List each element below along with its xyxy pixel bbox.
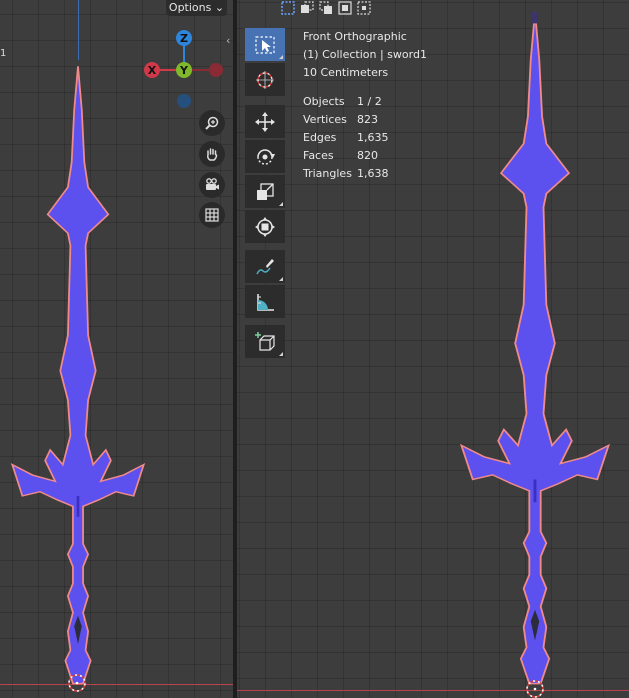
select-subtract-icon[interactable] [318,0,334,16]
grid-view-button[interactable] [199,202,225,228]
options-label: Options [168,1,212,14]
stat-label: Faces [303,149,334,162]
z-axis-line [78,0,79,60]
collapse-sidebar-icon[interactable]: ‹ [226,34,230,47]
scale-tool[interactable] [245,175,285,208]
stat-row: Objects 1 / 2 [303,93,427,111]
cursor-tool[interactable] [245,63,285,96]
scale-icon [257,182,274,200]
grid-icon [205,208,219,222]
3d-cursor-icon[interactable] [524,678,546,698]
stat-row: Vertices 823 [303,111,427,129]
transform-icon [255,216,275,237]
view-name: Front Orthographic [303,30,407,43]
grid-scale: 10 Centimeters [303,66,389,79]
pan-button[interactable] [199,141,225,167]
options-dropdown[interactable]: Options ⌄ [166,0,227,16]
viewport-info-overlay: Front Orthographic (1) Collection | swor… [303,28,427,183]
x-label: X [148,64,157,77]
navigation-gizmo[interactable]: Z X Y [140,28,226,114]
stat-value: 1 / 2 [357,95,382,108]
neg-z-axis-handle[interactable] [177,94,191,108]
transform-tool[interactable] [245,210,285,243]
annotate-tool[interactable] [245,250,285,283]
selection-mode-group [280,0,372,16]
chevron-down-icon: ⌄ [214,1,225,14]
camera-view-button[interactable] [199,172,225,198]
neg-x-axis-handle[interactable] [209,63,223,77]
3d-cursor-icon[interactable] [66,672,88,694]
stat-row: Edges 1,635 [303,129,427,147]
move-tool[interactable] [245,105,285,138]
scene-statistics: Objects 1 / 2 Vertices 823 Edges 1,635 Face… [303,93,427,183]
stat-value: 1,638 [357,167,389,180]
stat-row: Faces 820 [303,147,427,165]
stat-label: Edges [303,131,337,144]
annotate-icon [256,258,274,274]
left-3d-viewport[interactable]: 1 Options ⌄ ‹ Z X Y [0,0,233,698]
select-extend-icon[interactable] [299,0,315,16]
add-cube-tool[interactable] [245,325,285,358]
sword-mesh[interactable] [11,58,145,694]
right-3d-viewport[interactable] [237,0,629,698]
select-difference-icon[interactable] [337,0,353,16]
move-icon [255,111,275,132]
zoom-button[interactable] [199,110,225,136]
stat-label: Triangles [303,167,352,180]
camera-icon [206,178,219,190]
z-label: Z [180,32,188,45]
rotate-icon [257,148,275,165]
hand-pan-icon [207,148,218,161]
collection-name: (1) Collection | sword1 [303,48,427,61]
zoom-icon [205,116,219,130]
stat-value: 823 [357,113,378,126]
rotate-tool[interactable] [245,140,285,173]
stat-label: Objects [303,95,345,108]
y-label: Y [179,64,189,77]
select-box-icon [255,35,275,54]
select-intersect-icon[interactable] [356,0,372,16]
stat-row: Triangles 1,638 [303,165,427,183]
sword-mesh[interactable] [460,3,610,695]
measure-icon [257,293,274,311]
edge-label: 1 [0,48,7,59]
cursor-icon [256,70,274,89]
add-cube-icon [255,331,275,351]
stat-label: Vertices [303,113,347,126]
select-new-icon[interactable] [280,0,296,16]
select-box-tool[interactable] [245,28,285,61]
stat-value: 820 [357,149,378,162]
stat-value: 1,635 [357,131,389,144]
measure-tool[interactable] [245,285,285,318]
